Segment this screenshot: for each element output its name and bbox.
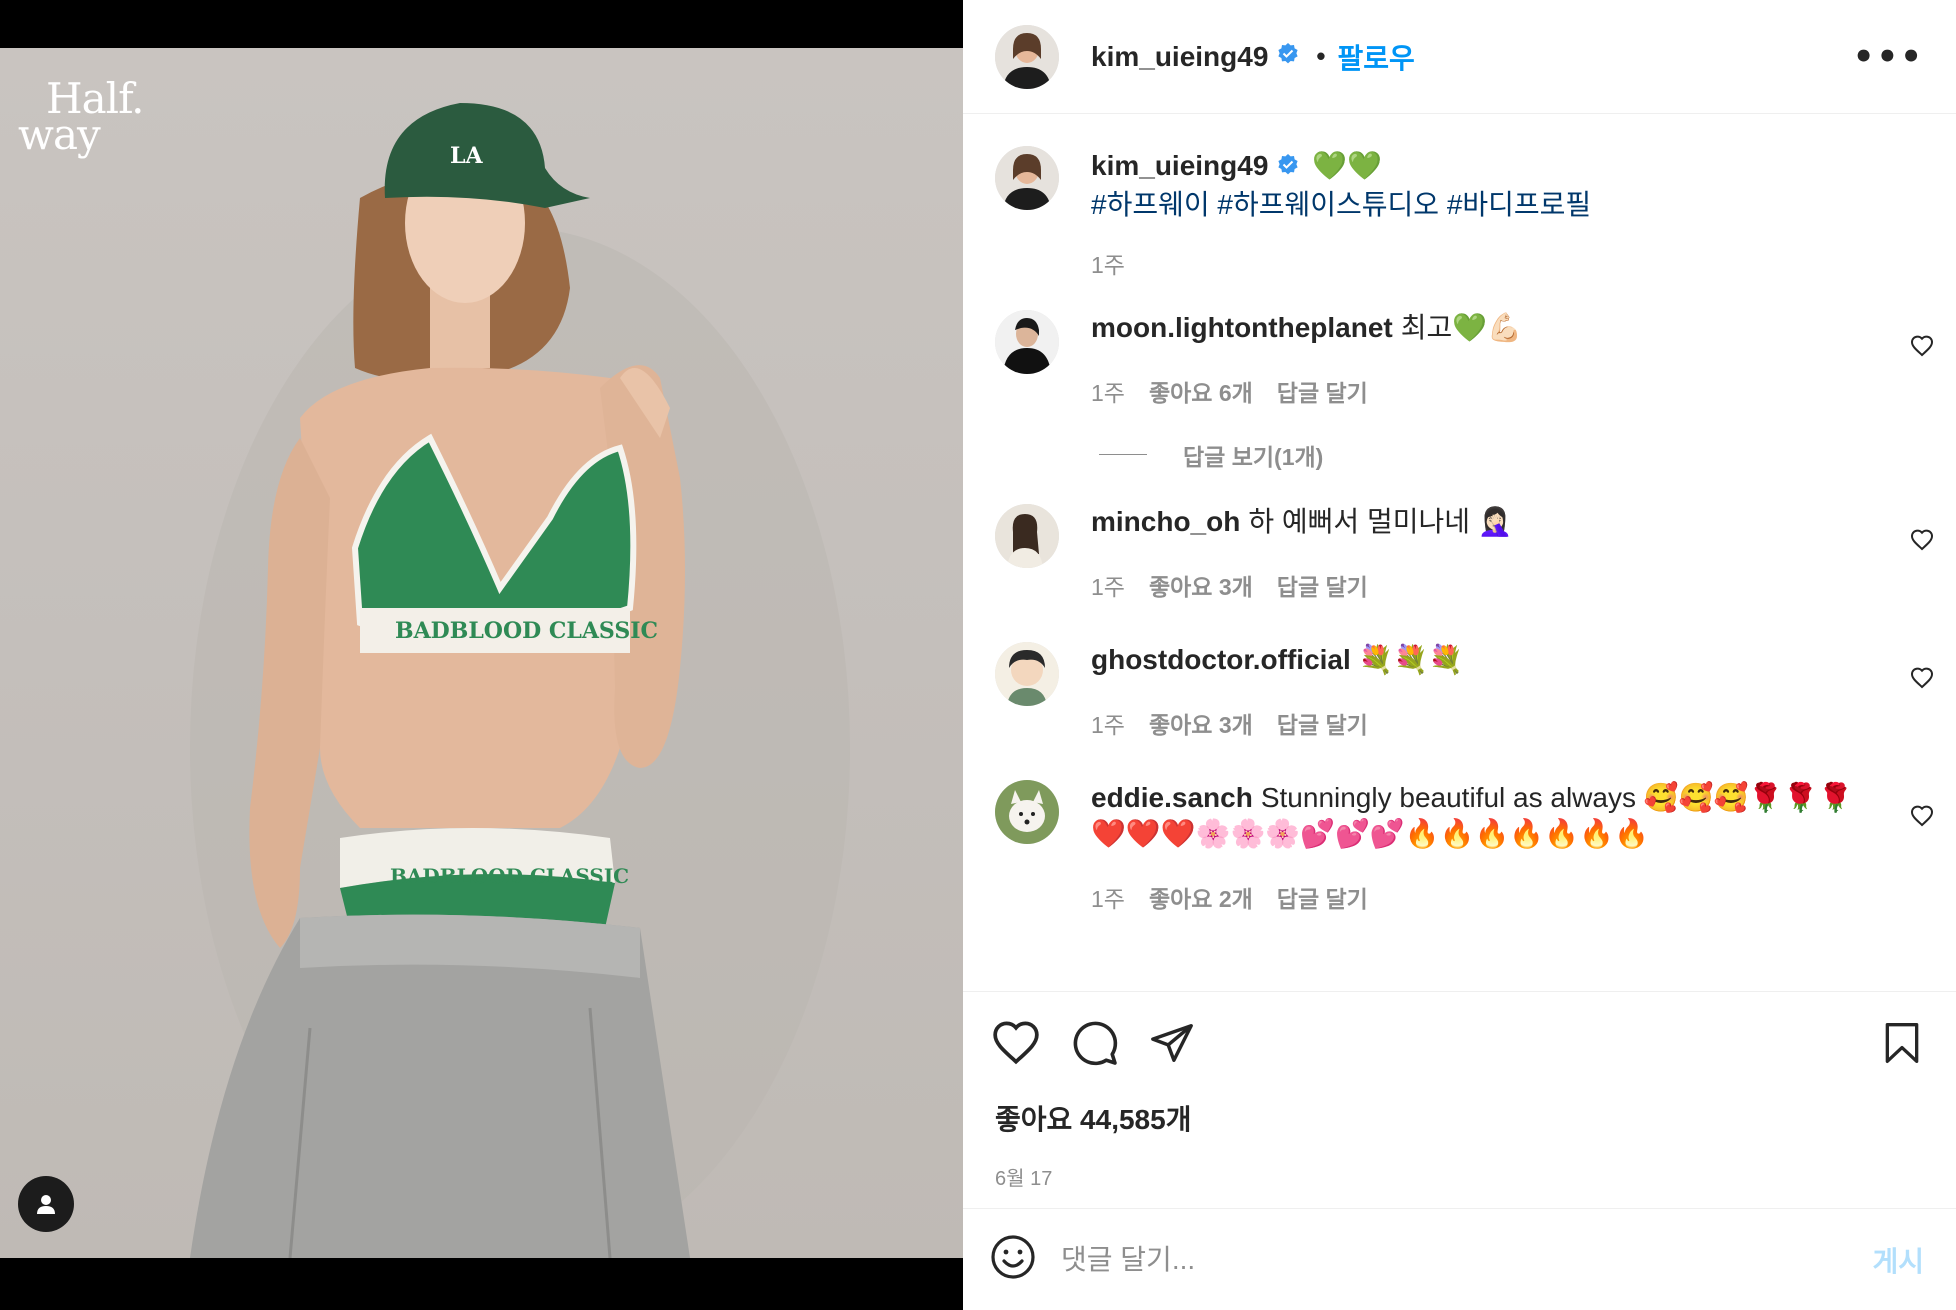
- author-avatar[interactable]: [995, 146, 1059, 210]
- like-comment-heart-icon[interactable]: [1910, 666, 1934, 695]
- like-comment-heart-icon[interactable]: [1910, 334, 1934, 363]
- comment-likes-count[interactable]: 좋아요 6개: [1149, 374, 1253, 408]
- author-avatar[interactable]: [995, 24, 1059, 89]
- bra-print-text: BADBLOOD CLASSIC: [395, 618, 658, 644]
- caption-username[interactable]: kim_uieing49: [1091, 150, 1268, 181]
- emoji-picker-icon[interactable]: [989, 1233, 1037, 1286]
- comment-item: moon.lightontheplanet 최고💚💪🏻 1주 좋아요 6개 답글 …: [963, 309, 1956, 408]
- comment-text: 최고💚💪🏻: [1400, 311, 1522, 343]
- comment-text: 💐💐💐: [1358, 643, 1464, 675]
- like-comment-heart-icon[interactable]: [1910, 528, 1934, 557]
- user-tag-icon[interactable]: [18, 1176, 74, 1232]
- reply-button[interactable]: 답글 달기: [1277, 374, 1368, 408]
- caption-hashtags[interactable]: #하프웨이 #하프웨이스튜디오 #바디프로필: [1091, 186, 1884, 224]
- verified-badge-icon: [1276, 150, 1300, 186]
- comment-likes-count[interactable]: 좋아요 3개: [1149, 568, 1253, 602]
- comment-time[interactable]: 1주: [1091, 568, 1125, 602]
- comment-composer: 게시: [963, 1208, 1956, 1310]
- post-caption: kim_uieing49 💚💚 #하프웨이 #하프웨이스튜디오 #바디프로필 1주: [963, 146, 1956, 280]
- commenter-avatar[interactable]: [995, 309, 1059, 374]
- comment-item: mincho_oh 하 예뻐서 멀미나네 🤦🏻‍♀️ 1주 좋아요 3개 답글 달…: [963, 503, 1956, 602]
- view-replies-label: 답글 보기(1개): [1183, 443, 1324, 470]
- author-username[interactable]: kim_uieing49: [1091, 41, 1268, 73]
- post-action-bar: [963, 992, 1956, 1098]
- comment-username[interactable]: moon.lightontheplanet: [1091, 312, 1393, 343]
- verified-badge-icon: [1276, 42, 1300, 71]
- follow-button[interactable]: 팔로우: [1338, 37, 1415, 77]
- comment-time[interactable]: 1주: [1091, 706, 1125, 740]
- like-comment-heart-icon[interactable]: [1910, 804, 1934, 833]
- more-options-icon[interactable]: •••: [1853, 37, 1924, 77]
- comment-item: ghostdoctor.official 💐💐💐 1주 좋아요 3개 답글 달기: [963, 641, 1956, 740]
- comments-list[interactable]: kim_uieing49 💚💚 #하프웨이 #하프웨이스튜디오 #바디프로필 1주…: [963, 114, 1956, 992]
- commenter-avatar[interactable]: [995, 503, 1059, 568]
- comment-likes-count[interactable]: 좋아요 2개: [1149, 880, 1253, 914]
- post-photo[interactable]: LA BADBLOOD CLASSIC BADBLOOD CLASSIC Hal…: [0, 48, 963, 1258]
- header-separator: •: [1316, 41, 1326, 71]
- post-date: 6월 17: [995, 1168, 1053, 1190]
- comment-input[interactable]: [1061, 1243, 1873, 1276]
- comment-item: eddie.sanch Stunningly beautiful as alway…: [963, 779, 1956, 914]
- commenter-avatar[interactable]: [995, 779, 1059, 844]
- caption-time[interactable]: 1주: [1091, 246, 1125, 280]
- comment-likes-count[interactable]: 좋아요 3개: [1149, 706, 1253, 740]
- view-replies-button[interactable]: 답글 보기(1개): [1099, 438, 1956, 472]
- save-bookmark-icon[interactable]: [1880, 1020, 1924, 1071]
- like-heart-icon[interactable]: [991, 1018, 1041, 1073]
- reply-button[interactable]: 답글 달기: [1277, 706, 1368, 740]
- band-print-text: BADBLOOD CLASSIC: [390, 864, 629, 888]
- media-pane: LA BADBLOOD CLASSIC BADBLOOD CLASSIC Hal…: [0, 0, 963, 1310]
- instagram-post-view: LA BADBLOOD CLASSIC BADBLOOD CLASSIC Hal…: [0, 0, 1956, 1310]
- likes-count[interactable]: 좋아요 44,585개: [963, 1098, 1956, 1138]
- comment-username[interactable]: eddie.sanch: [1091, 782, 1253, 813]
- caption-emoji: 💚💚: [1312, 150, 1383, 181]
- reply-button[interactable]: 답글 달기: [1277, 568, 1368, 602]
- comment-bubble-icon[interactable]: [1071, 1019, 1119, 1072]
- post-header: kim_uieing49 • 팔로우 •••: [963, 0, 1956, 114]
- post-comment-button[interactable]: 게시: [1872, 1240, 1924, 1280]
- view-replies-line: [1099, 454, 1147, 456]
- comment-username[interactable]: mincho_oh: [1091, 506, 1240, 537]
- post-detail-panel: kim_uieing49 • 팔로우 ••• kim_uieing49 💚💚 #…: [963, 0, 1956, 1310]
- comment-username[interactable]: ghostdoctor.official: [1091, 644, 1351, 675]
- reply-button[interactable]: 답글 달기: [1277, 880, 1368, 914]
- comment-time[interactable]: 1주: [1091, 880, 1125, 914]
- commenter-avatar[interactable]: [995, 641, 1059, 706]
- share-paper-plane-icon[interactable]: [1149, 1020, 1195, 1071]
- comment-text: 하 예뻐서 멀미나네 🤦🏻‍♀️: [1248, 505, 1513, 537]
- model-illustration: LA BADBLOOD CLASSIC BADBLOOD CLASSIC: [190, 103, 850, 1258]
- cap-logo-text: LA: [450, 143, 483, 169]
- comment-time[interactable]: 1주: [1091, 374, 1125, 408]
- brand-watermark: Half. way: [18, 78, 144, 156]
